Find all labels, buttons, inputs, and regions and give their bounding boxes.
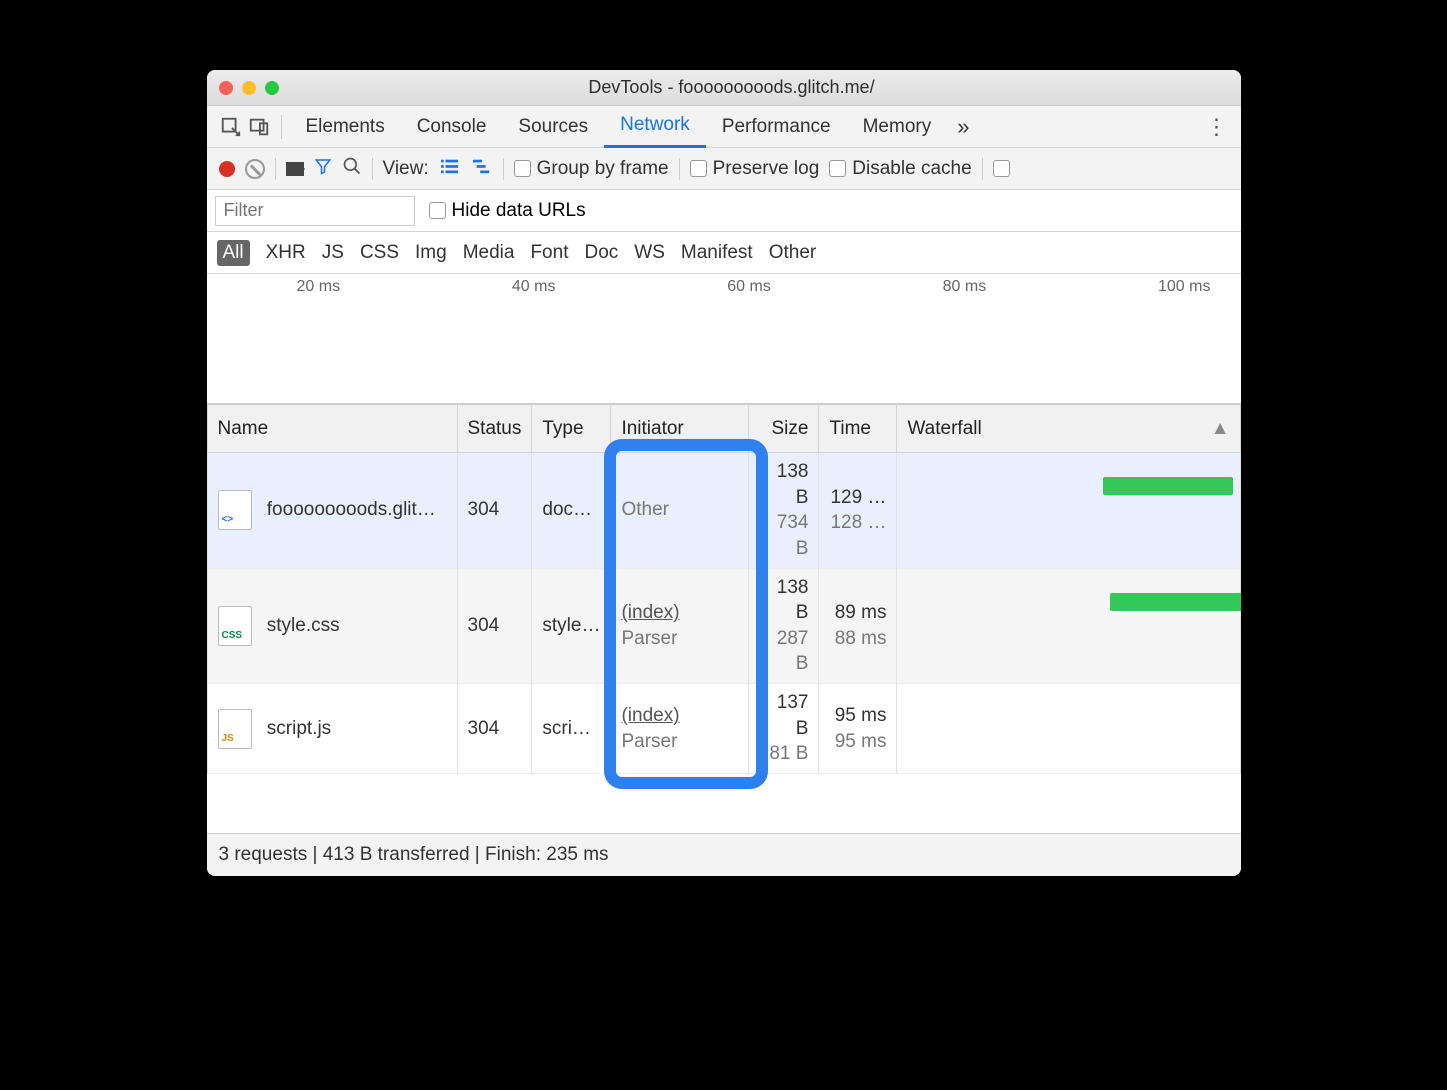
filter-xhr[interactable]: XHR [266, 242, 306, 264]
js-file-icon: JS [218, 709, 252, 749]
cell-size: 137 B81 B [749, 684, 819, 774]
cell-initiator[interactable]: Other [611, 453, 749, 569]
inspect-element-icon[interactable] [217, 113, 245, 141]
view-label: View: [383, 158, 429, 180]
cell-status: 304 [457, 568, 532, 684]
filter-all[interactable]: All [217, 240, 250, 266]
tab-performance[interactable]: Performance [706, 107, 847, 147]
group-by-frame-checkbox[interactable]: Group by frame [514, 158, 669, 180]
screenshot-icon[interactable] [286, 162, 304, 176]
view-list-icon[interactable] [439, 157, 461, 181]
cell-name[interactable]: CSS style.css [207, 568, 457, 684]
filter-css[interactable]: CSS [360, 242, 399, 264]
cell-waterfall [897, 568, 1240, 684]
tab-sources[interactable]: Sources [502, 107, 604, 147]
view-waterfall-icon[interactable] [471, 157, 493, 181]
zoom-window-button[interactable] [265, 81, 279, 95]
offline-checkbox-partial[interactable] [993, 160, 1010, 177]
table-row[interactable]: CSS style.css 304 style… (index)Parser 1… [207, 568, 1240, 684]
cell-type: scri… [532, 684, 611, 774]
col-header-waterfall[interactable]: Waterfall ▲ [897, 405, 1240, 453]
window-title: DevTools - fooooooooods.glitch.me/ [295, 77, 1169, 98]
filter-ws[interactable]: WS [634, 242, 665, 264]
cell-time: 129 …128 … [819, 453, 897, 569]
request-name: style.css [267, 615, 340, 636]
doc-file-icon: <> [218, 490, 252, 530]
cell-type: style… [532, 568, 611, 684]
cell-name[interactable]: JS script.js [207, 684, 457, 774]
traffic-lights [219, 81, 279, 95]
filter-doc[interactable]: Doc [584, 242, 618, 264]
tab-network[interactable]: Network [604, 105, 706, 148]
request-name: script.js [267, 718, 331, 739]
filter-manifest[interactable]: Manifest [681, 242, 753, 264]
hide-data-urls-checkbox[interactable]: Hide data URLs [429, 200, 586, 222]
cell-initiator[interactable]: (index)Parser [611, 684, 749, 774]
table-row[interactable]: <> fooooooooods.glit… 304 doc… Other 138… [207, 453, 1240, 569]
cell-size: 138 B287 B [749, 568, 819, 684]
device-toolbar-icon[interactable] [245, 113, 273, 141]
filter-media[interactable]: Media [463, 242, 515, 264]
search-icon[interactable] [342, 156, 362, 182]
cell-name[interactable]: <> fooooooooods.glit… [207, 453, 457, 569]
disable-cache-checkbox[interactable]: Disable cache [829, 158, 971, 180]
divider [281, 115, 282, 139]
more-tabs-button[interactable]: » [947, 114, 979, 140]
close-window-button[interactable] [219, 81, 233, 95]
cell-type: doc… [532, 453, 611, 569]
cell-status: 304 [457, 684, 532, 774]
tab-memory[interactable]: Memory [847, 107, 948, 147]
filter-font[interactable]: Font [530, 242, 568, 264]
filter-input[interactable] [215, 196, 415, 226]
clear-button[interactable] [245, 159, 265, 179]
table-header-row: Name Status Type Initiator Size Time Wat… [207, 405, 1240, 453]
titlebar: DevTools - fooooooooods.glitch.me/ [207, 70, 1241, 106]
col-header-type[interactable]: Type [532, 405, 611, 453]
request-name: fooooooooods.glit… [267, 499, 436, 520]
panel-tabs: Elements Console Sources Network Perform… [207, 106, 1241, 148]
kebab-menu-icon[interactable]: ⋮ [1203, 113, 1231, 141]
devtools-window: DevTools - fooooooooods.glitch.me/ Eleme… [207, 70, 1241, 876]
table-empty-area [207, 774, 1241, 834]
cell-status: 304 [457, 453, 532, 569]
tab-console[interactable]: Console [401, 107, 503, 147]
table-row[interactable]: JS script.js 304 scri… (index)Parser 137… [207, 684, 1240, 774]
sort-ascending-icon: ▲ [1211, 418, 1230, 440]
timeline-overview[interactable]: 20 ms 40 ms 60 ms 80 ms 100 ms [207, 274, 1241, 404]
network-requests-table: Name Status Type Initiator Size Time Wat… [207, 404, 1241, 774]
col-header-name[interactable]: Name [207, 405, 457, 453]
filter-img[interactable]: Img [415, 242, 447, 264]
filter-js[interactable]: JS [322, 242, 344, 264]
tab-elements[interactable]: Elements [290, 107, 401, 147]
col-header-status[interactable]: Status [457, 405, 532, 453]
filter-other[interactable]: Other [769, 242, 817, 264]
filter-toggle-icon[interactable] [314, 157, 332, 181]
cell-initiator[interactable]: (index)Parser [611, 568, 749, 684]
cell-size: 138 B734 B [749, 453, 819, 569]
minimize-window-button[interactable] [242, 81, 256, 95]
col-header-size[interactable]: Size [749, 405, 819, 453]
record-button[interactable] [219, 161, 235, 177]
network-toolbar: View: Group by frame Preserve log Disabl… [207, 148, 1241, 190]
filter-bar: Hide data URLs [207, 190, 1241, 232]
resource-type-filters: All XHR JS CSS Img Media Font Doc WS Man… [207, 232, 1241, 274]
css-file-icon: CSS [218, 606, 252, 646]
cell-time: 89 ms88 ms [819, 568, 897, 684]
network-summary: 3 requests | 413 B transferred | Finish:… [207, 834, 1241, 876]
col-header-time[interactable]: Time [819, 405, 897, 453]
cell-time: 95 ms95 ms [819, 684, 897, 774]
cell-waterfall [897, 453, 1240, 569]
cell-waterfall [897, 684, 1240, 774]
preserve-log-checkbox[interactable]: Preserve log [690, 158, 820, 180]
timeline-ticks: 20 ms 40 ms 60 ms 80 ms 100 ms [207, 274, 1241, 296]
col-header-initiator[interactable]: Initiator [611, 405, 749, 453]
